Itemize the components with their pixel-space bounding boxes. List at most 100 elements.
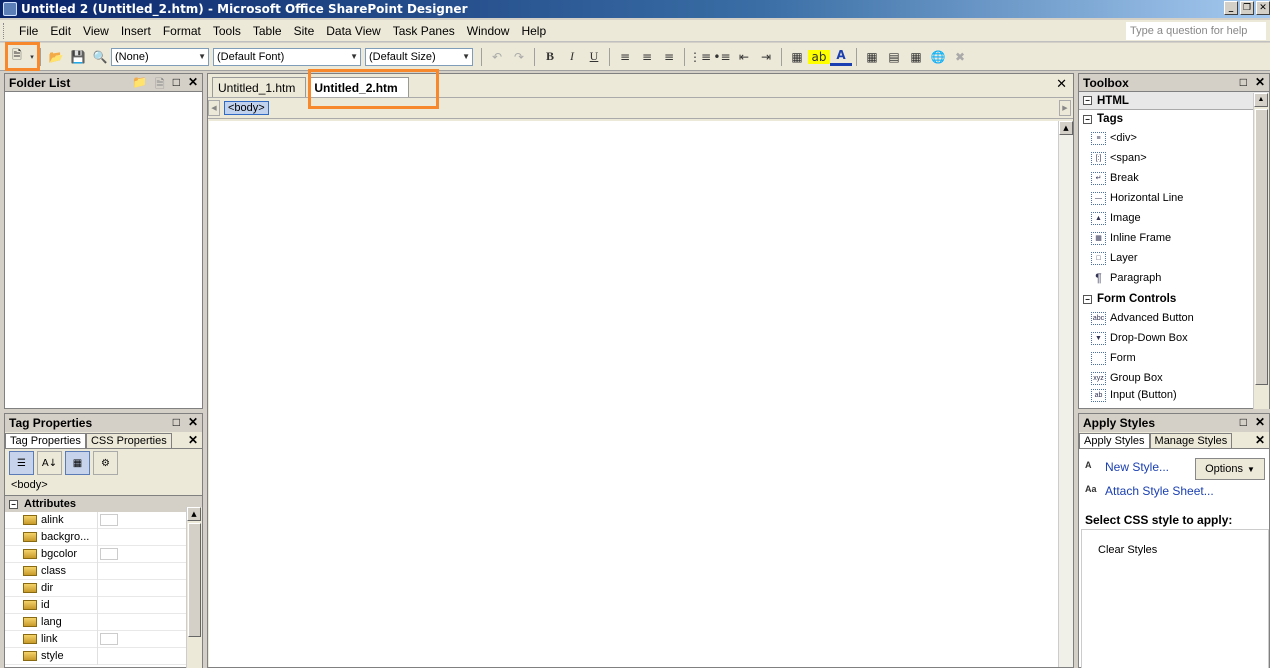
close-panel-icon[interactable]: ✕ [188, 75, 198, 96]
close-tab-icon[interactable]: ✕ [1255, 433, 1265, 447]
attribute-value[interactable] [97, 647, 183, 665]
align-right-icon[interactable]: ≡ [658, 46, 680, 68]
close-button[interactable]: ✕ [1256, 1, 1270, 15]
attribute-row[interactable]: link [5, 630, 202, 648]
close-panel-icon[interactable]: ✕ [188, 415, 198, 429]
borders-icon[interactable]: ▦ [786, 46, 808, 68]
attribute-value[interactable] [97, 630, 183, 648]
attribute-value[interactable] [97, 579, 183, 597]
menu-data-view[interactable]: Data View [320, 24, 386, 38]
design-canvas[interactable] [209, 121, 1058, 667]
attribute-value[interactable] [97, 511, 183, 529]
attribute-value[interactable] [97, 613, 183, 631]
menu-help[interactable]: Help [515, 24, 552, 38]
properties-scrollbar[interactable]: ▲ [186, 507, 202, 668]
attribute-row[interactable]: style [5, 647, 202, 665]
preview-icon[interactable]: 🔍 [89, 46, 111, 68]
toolbox-item-div[interactable]: ≡ <div> [1079, 128, 1269, 148]
toolbox-item-input-button[interactable]: ab Input (Button) [1079, 388, 1269, 402]
scroll-up-icon[interactable]: ▲ [1059, 121, 1073, 135]
show-set-properties-icon[interactable]: ▦ [65, 451, 90, 475]
tab-apply-styles[interactable]: Apply Styles [1079, 433, 1150, 448]
attribute-row[interactable]: alink [5, 511, 202, 529]
toolbox-item-inline-frame[interactable]: ▦ Inline Frame [1079, 228, 1269, 248]
menu-task-panes[interactable]: Task Panes [387, 24, 461, 38]
toolbox-item-layer[interactable]: □ Layer [1079, 248, 1269, 268]
increase-indent-icon[interactable]: ⇥ [755, 46, 777, 68]
attribute-row[interactable]: bgcolor [5, 545, 202, 563]
editor-scrollbar[interactable]: ▲ [1058, 121, 1073, 667]
align-left-icon[interactable]: ≡ [614, 46, 636, 68]
toolbox-item-group-box[interactable]: xyz Group Box [1079, 368, 1269, 388]
attribute-value[interactable] [97, 545, 183, 563]
italic-button[interactable]: I [561, 46, 583, 68]
attribute-row[interactable]: class [5, 562, 202, 580]
tag-properties-icon[interactable]: ⚙ [93, 451, 118, 475]
insert-layer-icon[interactable]: ▤ [883, 46, 905, 68]
toolbox-item-horizontal-line[interactable]: — Horizontal Line [1079, 188, 1269, 208]
close-panel-icon[interactable]: ✕ [1255, 75, 1265, 89]
scroll-thumb[interactable] [188, 523, 201, 637]
attribute-value[interactable] [97, 596, 183, 614]
undo-icon[interactable]: ↶ [486, 46, 508, 68]
menu-view[interactable]: View [77, 24, 115, 38]
form-controls-section[interactable]: − Form Controls [1079, 290, 1269, 308]
categorized-icon[interactable]: ☰ [9, 451, 34, 475]
new-folder-icon[interactable]: 📁 [132, 75, 147, 96]
attribute-value[interactable] [97, 528, 183, 546]
tab-untitled-1[interactable]: Untitled_1.htm [212, 77, 307, 97]
attribute-row[interactable]: lang [5, 613, 202, 631]
html-section[interactable]: − HTML [1079, 92, 1269, 110]
scroll-up-icon[interactable]: ▲ [1254, 93, 1268, 107]
new-page-small-icon[interactable]: 🗎 [155, 75, 165, 96]
options-button[interactable]: Options ▼ [1195, 458, 1265, 480]
toolbox-scrollbar[interactable]: ▲ [1253, 93, 1269, 409]
redo-icon[interactable]: ↷ [508, 46, 530, 68]
restore-button[interactable]: ❐ [1240, 1, 1254, 15]
toolbox-item-form[interactable]: Form [1079, 348, 1269, 368]
collapse-icon[interactable]: − [9, 499, 18, 509]
highlight-icon[interactable]: ab [808, 49, 830, 64]
maximize-panel-icon[interactable]: □ [173, 415, 180, 429]
menu-tools[interactable]: Tools [207, 24, 247, 38]
attributes-section[interactable]: − Attributes [5, 495, 202, 512]
attach-style-sheet-link[interactable]: Aa Attach Style Sheet... [1079, 479, 1269, 503]
underline-button[interactable]: U [583, 46, 605, 68]
clear-styles-item[interactable]: Clear Styles [1082, 530, 1268, 556]
attribute-row[interactable]: dir [5, 579, 202, 597]
tab-manage-styles[interactable]: Manage Styles [1149, 433, 1233, 448]
close-panel-icon[interactable]: ✕ [1255, 415, 1265, 429]
numbered-list-icon[interactable]: ⋮≡ [689, 46, 711, 68]
tab-tag-properties[interactable]: Tag Properties [5, 433, 86, 448]
menu-window[interactable]: Window [461, 24, 516, 38]
save-icon[interactable]: 💾 [67, 46, 89, 68]
minimize-button[interactable]: _ [1224, 1, 1238, 15]
maximize-panel-icon[interactable]: □ [1240, 415, 1247, 429]
collapse-icon[interactable]: − [1083, 114, 1092, 124]
toolbox-item-span[interactable]: [:] <span> [1079, 148, 1269, 168]
bold-button[interactable]: B [539, 46, 561, 68]
attribute-row[interactable]: id [5, 596, 202, 614]
quicktag-right-icon[interactable]: ▶ [1059, 100, 1071, 116]
scroll-up-icon[interactable]: ▲ [187, 507, 201, 521]
close-document-icon[interactable]: ✕ [1056, 77, 1067, 92]
toolbox-item-paragraph[interactable]: ¶ Paragraph [1079, 268, 1269, 288]
toolbox-item-image[interactable]: ▲ Image [1079, 208, 1269, 228]
web-component-icon[interactable]: ▦ [905, 46, 927, 68]
open-folder-icon[interactable]: 📂 [45, 46, 67, 68]
sort-az-icon[interactable]: A↓ [37, 451, 62, 475]
maximize-panel-icon[interactable]: □ [173, 75, 180, 96]
tab-css-properties[interactable]: CSS Properties [85, 433, 172, 448]
attribute-row[interactable]: backgro... [5, 528, 202, 546]
align-center-icon[interactable]: ≡ [636, 46, 658, 68]
toolbox-item-break[interactable]: ↵ Break [1079, 168, 1269, 188]
font-combo[interactable]: (Default Font) ▼ [213, 47, 361, 66]
toolbox-item-advanced-button[interactable]: abc Advanced Button [1079, 308, 1269, 328]
close-tab-icon[interactable]: ✕ [188, 433, 198, 447]
globe-icon[interactable]: 🌐 [927, 46, 949, 68]
insert-table-icon[interactable]: ▦ [861, 46, 883, 68]
tags-section[interactable]: − Tags [1079, 110, 1269, 128]
menu-format[interactable]: Format [157, 24, 207, 38]
menu-table[interactable]: Table [247, 24, 288, 38]
menu-insert[interactable]: Insert [115, 24, 157, 38]
